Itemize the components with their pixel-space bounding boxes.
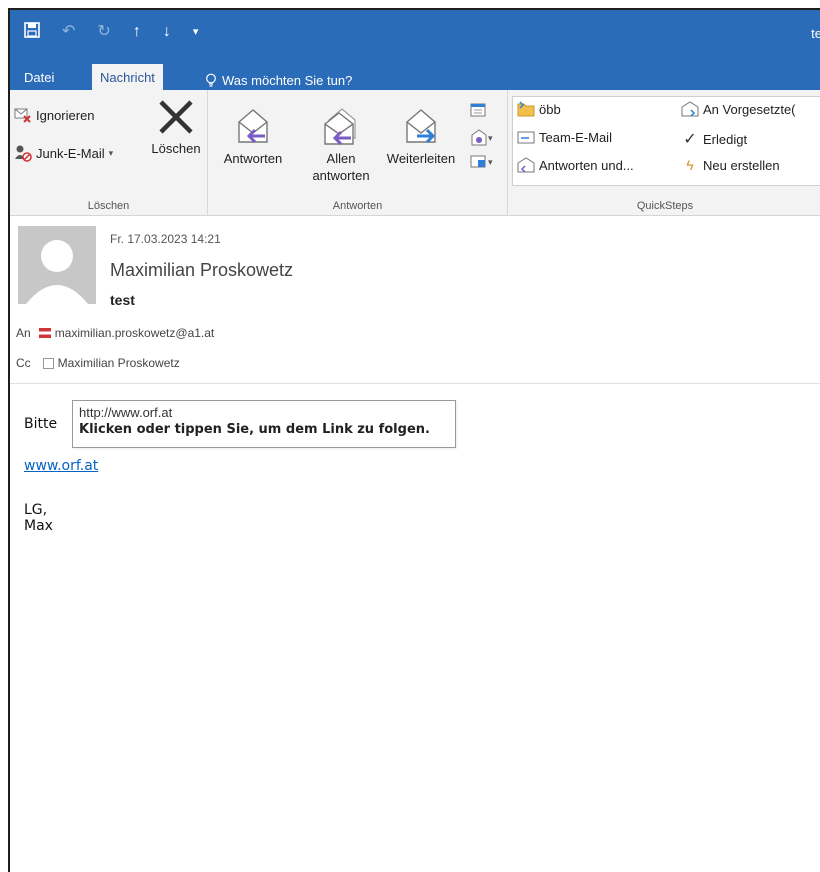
forward-envelope-icon bbox=[681, 101, 699, 117]
checkmark-icon: ✓ bbox=[683, 131, 697, 148]
respond-more-stack: ▾ ▾ bbox=[470, 102, 500, 174]
lightning-icon: ϟ bbox=[686, 157, 694, 173]
outlook-window: ↶ ↻ ↑ ↓ ▾ te Datei Nachricht Was möchten… bbox=[8, 8, 820, 872]
redo-icon[interactable]: ↻ bbox=[97, 24, 110, 40]
reply-icon bbox=[238, 109, 268, 144]
group-loeschen: Ignorieren Junk-E-Mail ▾ Löschen Löschen bbox=[10, 90, 208, 216]
message-date: Fr. 17.03.2023 14:21 bbox=[110, 232, 221, 246]
down-arrow-icon[interactable]: ↓ bbox=[163, 24, 171, 40]
body-line-1: Bitte bbox=[24, 416, 58, 432]
meeting-icon[interactable] bbox=[470, 102, 500, 126]
message-header: Fr. 17.03.2023 14:21 Maximilian Proskowe… bbox=[10, 216, 820, 384]
forward-icon bbox=[406, 109, 436, 144]
cc-row: Cc Maximilian Proskowetz bbox=[16, 356, 180, 370]
tell-me-label: Was möchten Sie tun? bbox=[222, 72, 353, 88]
quickstep-reply-delete-label: Antworten und... bbox=[539, 157, 634, 173]
quickstep-oebb-label: öbb bbox=[539, 101, 561, 117]
cc-recipient[interactable]: Maximilian Proskowetz bbox=[58, 356, 180, 370]
to-label: An bbox=[16, 326, 31, 340]
body-signoff: LG, Max bbox=[24, 502, 53, 534]
reply-all-label-1: Allen bbox=[326, 151, 356, 166]
tell-me-search[interactable]: Was möchten Sie tun? bbox=[196, 66, 360, 90]
reply-all-icon bbox=[324, 108, 356, 146]
reply-all-button[interactable]: Allen antworten bbox=[302, 106, 380, 184]
im-reply-icon[interactable]: ▾ bbox=[470, 150, 500, 174]
forward-label: Weiterleiten bbox=[386, 151, 456, 166]
ignore-button[interactable]: Ignorieren bbox=[14, 106, 95, 124]
reply-button[interactable]: Antworten bbox=[214, 106, 292, 167]
junk-button[interactable]: Junk-E-Mail ▾ bbox=[14, 144, 113, 162]
quickstep-manager[interactable]: An Vorgesetzte( bbox=[681, 101, 796, 117]
folder-icon bbox=[517, 101, 535, 117]
ribbon: Ignorieren Junk-E-Mail ▾ Löschen Löschen… bbox=[10, 90, 820, 216]
group-label-loeschen: Löschen bbox=[87, 200, 130, 212]
quickstep-team-email-label: Team-E-Mail bbox=[539, 129, 612, 145]
junk-label: Junk-E-Mail bbox=[36, 145, 105, 161]
quickstep-done[interactable]: ✓ Erledigt bbox=[681, 129, 747, 149]
group-quicksteps: öbb Team-E-Mail Antworten und... An Vorg… bbox=[508, 90, 820, 216]
to-row: An maximilian.proskowetz@a1.at bbox=[16, 326, 214, 340]
group-label-quicksteps: QuickSteps bbox=[636, 200, 694, 212]
quickstep-reply-delete[interactable]: Antworten und... bbox=[517, 157, 634, 173]
group-antworten: Antworten Allen antworten Weiterleiten ▾ bbox=[208, 90, 508, 216]
save-icon[interactable] bbox=[24, 22, 40, 42]
quickstep-team-email[interactable]: Team-E-Mail bbox=[517, 129, 612, 145]
chevron-down-icon: ▾ bbox=[108, 147, 114, 158]
title-bar: ↶ ↻ ↑ ↓ ▾ te bbox=[10, 10, 820, 60]
lightbulb-icon bbox=[206, 73, 216, 87]
tab-datei[interactable]: Datei bbox=[16, 66, 62, 90]
ignore-icon bbox=[14, 108, 31, 123]
avatar bbox=[18, 226, 96, 304]
delete-label: Löschen bbox=[151, 141, 201, 156]
tab-nachricht[interactable]: Nachricht bbox=[92, 64, 163, 90]
email-arrow-icon bbox=[517, 131, 535, 144]
quickstep-create-new-label: Neu erstellen bbox=[703, 157, 780, 173]
quickstep-manager-label: An Vorgesetzte( bbox=[703, 101, 796, 117]
quick-access-toolbar: ↶ ↻ ↑ ↓ ▾ bbox=[24, 22, 198, 42]
quicksteps-gallery: öbb Team-E-Mail Antworten und... An Vorg… bbox=[512, 96, 820, 186]
delete-button[interactable]: Löschen bbox=[146, 98, 206, 157]
quickstep-create-new[interactable]: ϟ Neu erstellen bbox=[681, 157, 780, 173]
quickstep-done-label: Erledigt bbox=[703, 131, 748, 147]
to-recipient[interactable]: maximilian.proskowetz@a1.at bbox=[55, 326, 215, 340]
window-title: te bbox=[811, 26, 820, 41]
group-label-antworten: Antworten bbox=[332, 200, 383, 212]
ribbon-tabs: Datei Nachricht Was möchten Sie tun? bbox=[10, 60, 820, 90]
reply-envelope-icon bbox=[517, 157, 535, 173]
more-respond-icon[interactable]: ▾ bbox=[470, 126, 500, 150]
customize-icon[interactable]: ▾ bbox=[193, 24, 199, 40]
tooltip-hint: Klicken oder tippen Sie, um dem Link zu … bbox=[79, 422, 430, 437]
ignore-label: Ignorieren bbox=[36, 107, 95, 123]
contact-status-icon bbox=[42, 357, 54, 369]
tooltip-url: http://www.orf.at bbox=[79, 405, 173, 420]
delete-x-icon bbox=[159, 100, 193, 134]
cc-label: Cc bbox=[16, 356, 31, 370]
body-link[interactable]: www.orf.at bbox=[24, 458, 98, 474]
message-sender[interactable]: Maximilian Proskowetz bbox=[110, 260, 293, 281]
message-subject: test bbox=[110, 292, 135, 308]
quickstep-oebb[interactable]: öbb bbox=[517, 101, 561, 117]
recipient-flag-icon bbox=[38, 328, 51, 338]
undo-icon[interactable]: ↶ bbox=[62, 24, 75, 40]
reply-all-label-2: antworten bbox=[312, 168, 370, 183]
junk-icon bbox=[15, 145, 32, 162]
forward-button[interactable]: Weiterleiten bbox=[378, 106, 464, 167]
link-tooltip: http://www.orf.at Klicken oder tippen Si… bbox=[72, 400, 456, 448]
reply-label: Antworten bbox=[223, 151, 283, 166]
up-arrow-icon[interactable]: ↑ bbox=[133, 24, 141, 40]
